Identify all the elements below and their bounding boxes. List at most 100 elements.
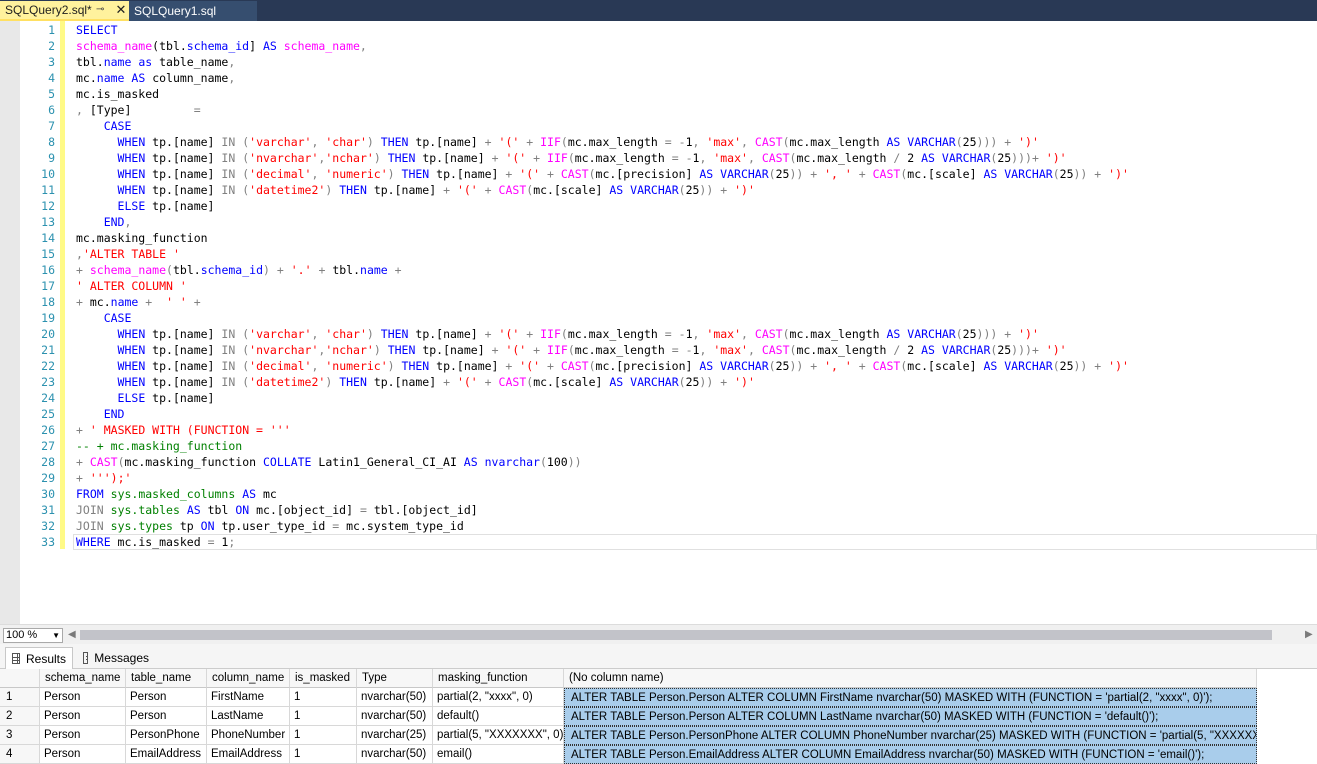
code-line[interactable]: 6, [Type] =: [0, 102, 1317, 118]
code-line[interactable]: 17 ' ALTER COLUMN ': [0, 278, 1317, 294]
code-line[interactable]: 22 WHEN tp.[name] IN ('decimal', 'numeri…: [0, 358, 1317, 374]
code-line[interactable]: 10 WHEN tp.[name] IN ('decimal', 'numeri…: [0, 166, 1317, 182]
column-header[interactable]: masking_function: [433, 669, 564, 688]
table-row[interactable]: 3 Person PersonPhone PhoneNumber 1 nvarchar(2…: [0, 726, 1317, 745]
code-line[interactable]: 13 END,: [0, 214, 1317, 230]
column-header[interactable]: Type: [357, 669, 433, 688]
grid-cell[interactable]: 1: [290, 726, 357, 745]
code-token: (: [955, 135, 963, 149]
code-line[interactable]: 19 CASE: [0, 310, 1317, 326]
grid-cell[interactable]: Person: [40, 707, 126, 726]
code-line[interactable]: 16 + schema_name(tbl.schema_id) + '.' + t…: [0, 262, 1317, 278]
code-line[interactable]: 14 mc.masking_function: [0, 230, 1317, 246]
code-line[interactable]: 1 SELECT: [0, 22, 1317, 38]
code-line[interactable]: 18 + mc.name + ' ' +: [0, 294, 1317, 310]
code-line[interactable]: 27 -- + mc.masking_function: [0, 438, 1317, 454]
code-line[interactable]: 23 WHEN tp.[name] IN ('datetime2') THEN …: [0, 374, 1317, 390]
zoom-dropdown[interactable]: 100 % ▼: [3, 628, 63, 643]
code-token: schema_id: [186, 39, 250, 53]
grid-cell[interactable]: partial(2, "xxxx", 0): [433, 688, 564, 707]
grid-cell[interactable]: EmailAddress: [207, 745, 290, 764]
grid-cell[interactable]: partial(5, "XXXXXXX", 0): [433, 726, 564, 745]
code-line[interactable]: 21 WHEN tp.[name] IN ('nvarchar', 'nchar'…: [0, 342, 1317, 358]
code-line[interactable]: 24 ELSE tp.[name]: [0, 390, 1317, 406]
table-row[interactable]: 2 Person Person LastName 1 nvarchar(50) defaul…: [0, 707, 1317, 726]
code-line[interactable]: 2 schema_name(tbl.schema_id] AS schema_na…: [0, 38, 1317, 54]
grid-cell[interactable]: ALTER TABLE Person.PersonPhone ALTER COL…: [564, 726, 1257, 745]
scroll-left-icon[interactable]: ◀: [68, 629, 76, 640]
grid-cell[interactable]: Person: [126, 688, 207, 707]
grid-cell[interactable]: LastName: [207, 707, 290, 726]
tab-sqlquery2[interactable]: SQLQuery2.sql* ⊸ ✕: [0, 1, 129, 21]
table-row[interactable]: 4 Person EmailAddress EmailAddress 1 nvarchar…: [0, 745, 1317, 764]
column-header[interactable]: schema_name: [40, 669, 126, 688]
grid-cell[interactable]: ALTER TABLE Person.Person ALTER COLUMN L…: [564, 707, 1257, 726]
line-number: 10: [41, 167, 55, 181]
grid-cell[interactable]: nvarchar(50): [357, 707, 433, 726]
code-token: )): [789, 167, 804, 181]
grid-cell[interactable]: 1: [290, 688, 357, 707]
tab-sqlquery1[interactable]: SQLQuery1.sql: [129, 1, 257, 21]
grid-cell[interactable]: email(): [433, 745, 564, 764]
code-line[interactable]: 11 WHEN tp.[name] IN ('datetime2') THEN …: [0, 182, 1317, 198]
code-line[interactable]: 12 ELSE tp.[name]: [0, 198, 1317, 214]
grid-corner[interactable]: [0, 669, 40, 688]
grid-cell[interactable]: 1: [290, 745, 357, 764]
code-line[interactable]: 32 JOIN sys.types tp ON tp.user_type_id =…: [0, 518, 1317, 534]
results-grid[interactable]: schema_name table_name column_name is_maske…: [0, 669, 1317, 764]
code-text: WHEN tp.[name] IN ('varchar', 'char') TH…: [76, 326, 1039, 342]
grid-cell[interactable]: PhoneNumber: [207, 726, 290, 745]
code-line[interactable]: 28 + CAST(mc.masking_function COLLATE Lat…: [0, 454, 1317, 470]
grid-cell[interactable]: Person: [40, 726, 126, 745]
grid-cell[interactable]: nvarchar(50): [357, 745, 433, 764]
code-line[interactable]: 29 + ''');': [0, 470, 1317, 486]
code-line[interactable]: 31 JOIN sys.tables AS tbl ON mc.[object_i…: [0, 502, 1317, 518]
horizontal-scrollbar-thumb[interactable]: [80, 630, 1272, 640]
code-token: (: [588, 167, 596, 181]
code-line[interactable]: 9 WHEN tp.[name] IN ('nvarchar', 'nchar')…: [0, 150, 1317, 166]
grid-cell[interactable]: Person: [40, 688, 126, 707]
column-header[interactable]: (No column name): [564, 669, 1257, 688]
table-row[interactable]: 1 Person Person FirstName 1 nvarchar(50) parti…: [0, 688, 1317, 707]
tab-messages[interactable]: Messages: [77, 647, 155, 669]
tab-results[interactable]: Results: [5, 647, 73, 669]
grid-header-row[interactable]: schema_name table_name column_name is_maske…: [0, 669, 1317, 688]
grid-cell[interactable]: ALTER TABLE Person.Person ALTER COLUMN F…: [564, 688, 1257, 707]
column-header[interactable]: table_name: [126, 669, 207, 688]
code-line[interactable]: 3 tbl.name as table_name,: [0, 54, 1317, 70]
row-number[interactable]: 3: [0, 726, 40, 745]
grid-cell[interactable]: nvarchar(50): [357, 688, 433, 707]
close-icon[interactable]: ✕: [114, 2, 128, 18]
code-line[interactable]: 25 END: [0, 406, 1317, 422]
query-editor[interactable]: 1 SELECT 2 schema_name(tbl.schema_id] AS sc…: [0, 21, 1317, 624]
grid-cell[interactable]: nvarchar(25): [357, 726, 433, 745]
grid-cell[interactable]: ALTER TABLE Person.EmailAddress ALTER CO…: [564, 745, 1257, 764]
grid-cell[interactable]: 1: [290, 707, 357, 726]
scroll-right-icon[interactable]: ▶: [1305, 629, 1313, 640]
code-line[interactable]: 26 + ' MASKED WITH (FUNCTION = ''': [0, 422, 1317, 438]
code-line[interactable]: 5 mc.is_masked: [0, 86, 1317, 102]
code-token: COLLATE: [263, 455, 312, 469]
grid-cell[interactable]: EmailAddress: [126, 745, 207, 764]
row-number[interactable]: 1: [0, 688, 40, 707]
grid-cell[interactable]: FirstName: [207, 688, 290, 707]
row-number[interactable]: 4: [0, 745, 40, 764]
column-header[interactable]: is_masked: [290, 669, 357, 688]
grid-cell[interactable]: Person: [126, 707, 207, 726]
code-line[interactable]: 20 WHEN tp.[name] IN ('varchar', 'char')…: [0, 326, 1317, 342]
pin-icon[interactable]: ⊸: [96, 4, 104, 15]
code-token: tbl.: [325, 263, 361, 277]
code-line[interactable]: 7 CASE: [0, 118, 1317, 134]
grid-cell[interactable]: Person: [40, 745, 126, 764]
grid-cell[interactable]: PersonPhone: [126, 726, 207, 745]
row-number[interactable]: 2: [0, 707, 40, 726]
code-line[interactable]: 4 mc.name AS column_name,: [0, 70, 1317, 86]
code-line[interactable]: 30 FROM sys.masked_columns AS mc: [0, 486, 1317, 502]
code-line[interactable]: 8 WHEN tp.[name] IN ('varchar', 'char') …: [0, 134, 1317, 150]
column-header[interactable]: column_name: [207, 669, 290, 688]
code-line[interactable]: 33 WHERE mc.is_masked = 1;: [0, 534, 1317, 550]
grid-cell[interactable]: default(): [433, 707, 564, 726]
code-line[interactable]: 15 ,'ALTER TABLE ': [0, 246, 1317, 262]
